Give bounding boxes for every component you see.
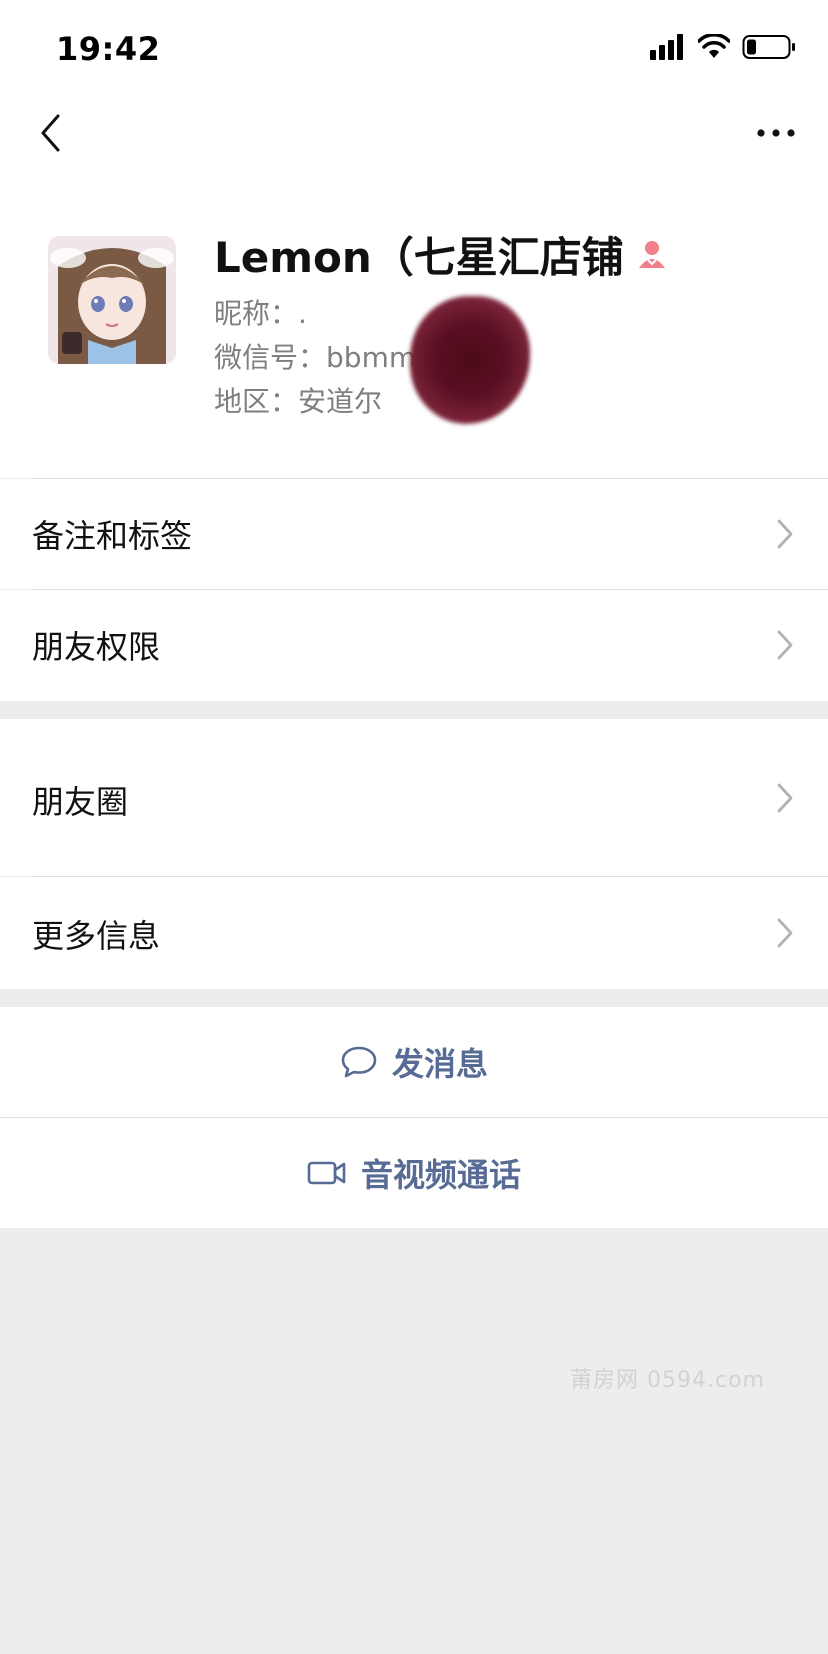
- avatar-illustration: [48, 236, 176, 364]
- more-dots-icon: [757, 129, 795, 137]
- region-label: 地区：: [214, 385, 299, 418]
- region-value: 安道尔: [298, 385, 383, 418]
- wifi-icon: [698, 34, 730, 58]
- row-label: 朋友圈: [32, 783, 129, 821]
- region-line: 地区：安道尔: [214, 380, 382, 420]
- more-options-button[interactable]: [744, 106, 808, 160]
- send-message-label: 发消息: [391, 1045, 488, 1083]
- status-icons: [650, 34, 796, 60]
- cellular-signal-icon: [650, 34, 683, 60]
- chevron-right-icon: [777, 630, 793, 660]
- nickname-value: .: [298, 297, 307, 330]
- chevron-right-icon: [777, 519, 793, 549]
- video-camera-icon: [307, 1161, 346, 1185]
- avatar[interactable]: [48, 236, 176, 364]
- row-more-info[interactable]: 更多信息: [0, 877, 828, 989]
- row-label: 朋友权限: [32, 628, 161, 666]
- battery-icon: [742, 35, 795, 59]
- chevron-right-icon: [777, 918, 793, 948]
- row-remarks-tags[interactable]: 备注和标签: [0, 479, 828, 589]
- status-time: 19:42: [56, 30, 161, 68]
- watermark: 莆房网 0594.com: [570, 1368, 765, 1393]
- status-bar: 19:42: [0, 0, 828, 96]
- profile-display-name: Lemon（七星汇店铺: [214, 233, 624, 282]
- chat-bubble-icon: [341, 1046, 377, 1078]
- row-moments[interactable]: 朋友圈: [0, 719, 828, 876]
- chevron-left-icon: [41, 114, 60, 152]
- wechat-id-label: 微信号：: [214, 341, 327, 374]
- video-call-button[interactable]: 音视频通话: [0, 1118, 828, 1228]
- nickname-label: 昵称：: [214, 297, 299, 330]
- female-icon: [639, 241, 665, 268]
- nav-bar: [0, 96, 828, 168]
- row-label: 备注和标签: [32, 517, 193, 555]
- contact-profile-page: 19:42 Lemon（七星汇店铺 昵称：. 微信号：bbmma 地区：安道尔 …: [0, 0, 828, 1654]
- video-call-content: 音视频通话: [0, 1118, 828, 1228]
- chevron-right-icon: [777, 783, 793, 813]
- row-label: 更多信息: [32, 917, 161, 955]
- send-message-button[interactable]: 发消息: [0, 1007, 828, 1117]
- send-message-content: 发消息: [0, 1007, 828, 1117]
- nickname-line: 昵称：.: [214, 292, 307, 332]
- wechat-id-line: 微信号：bbmma: [214, 336, 433, 376]
- video-call-label: 音视频通话: [360, 1156, 521, 1194]
- profile-card: Lemon（七星汇店铺 昵称：. 微信号：bbmma 地区：安道尔: [0, 168, 828, 478]
- back-button[interactable]: [24, 106, 78, 160]
- redaction-blot: [410, 296, 530, 424]
- row-friend-permissions[interactable]: 朋友权限: [0, 590, 828, 701]
